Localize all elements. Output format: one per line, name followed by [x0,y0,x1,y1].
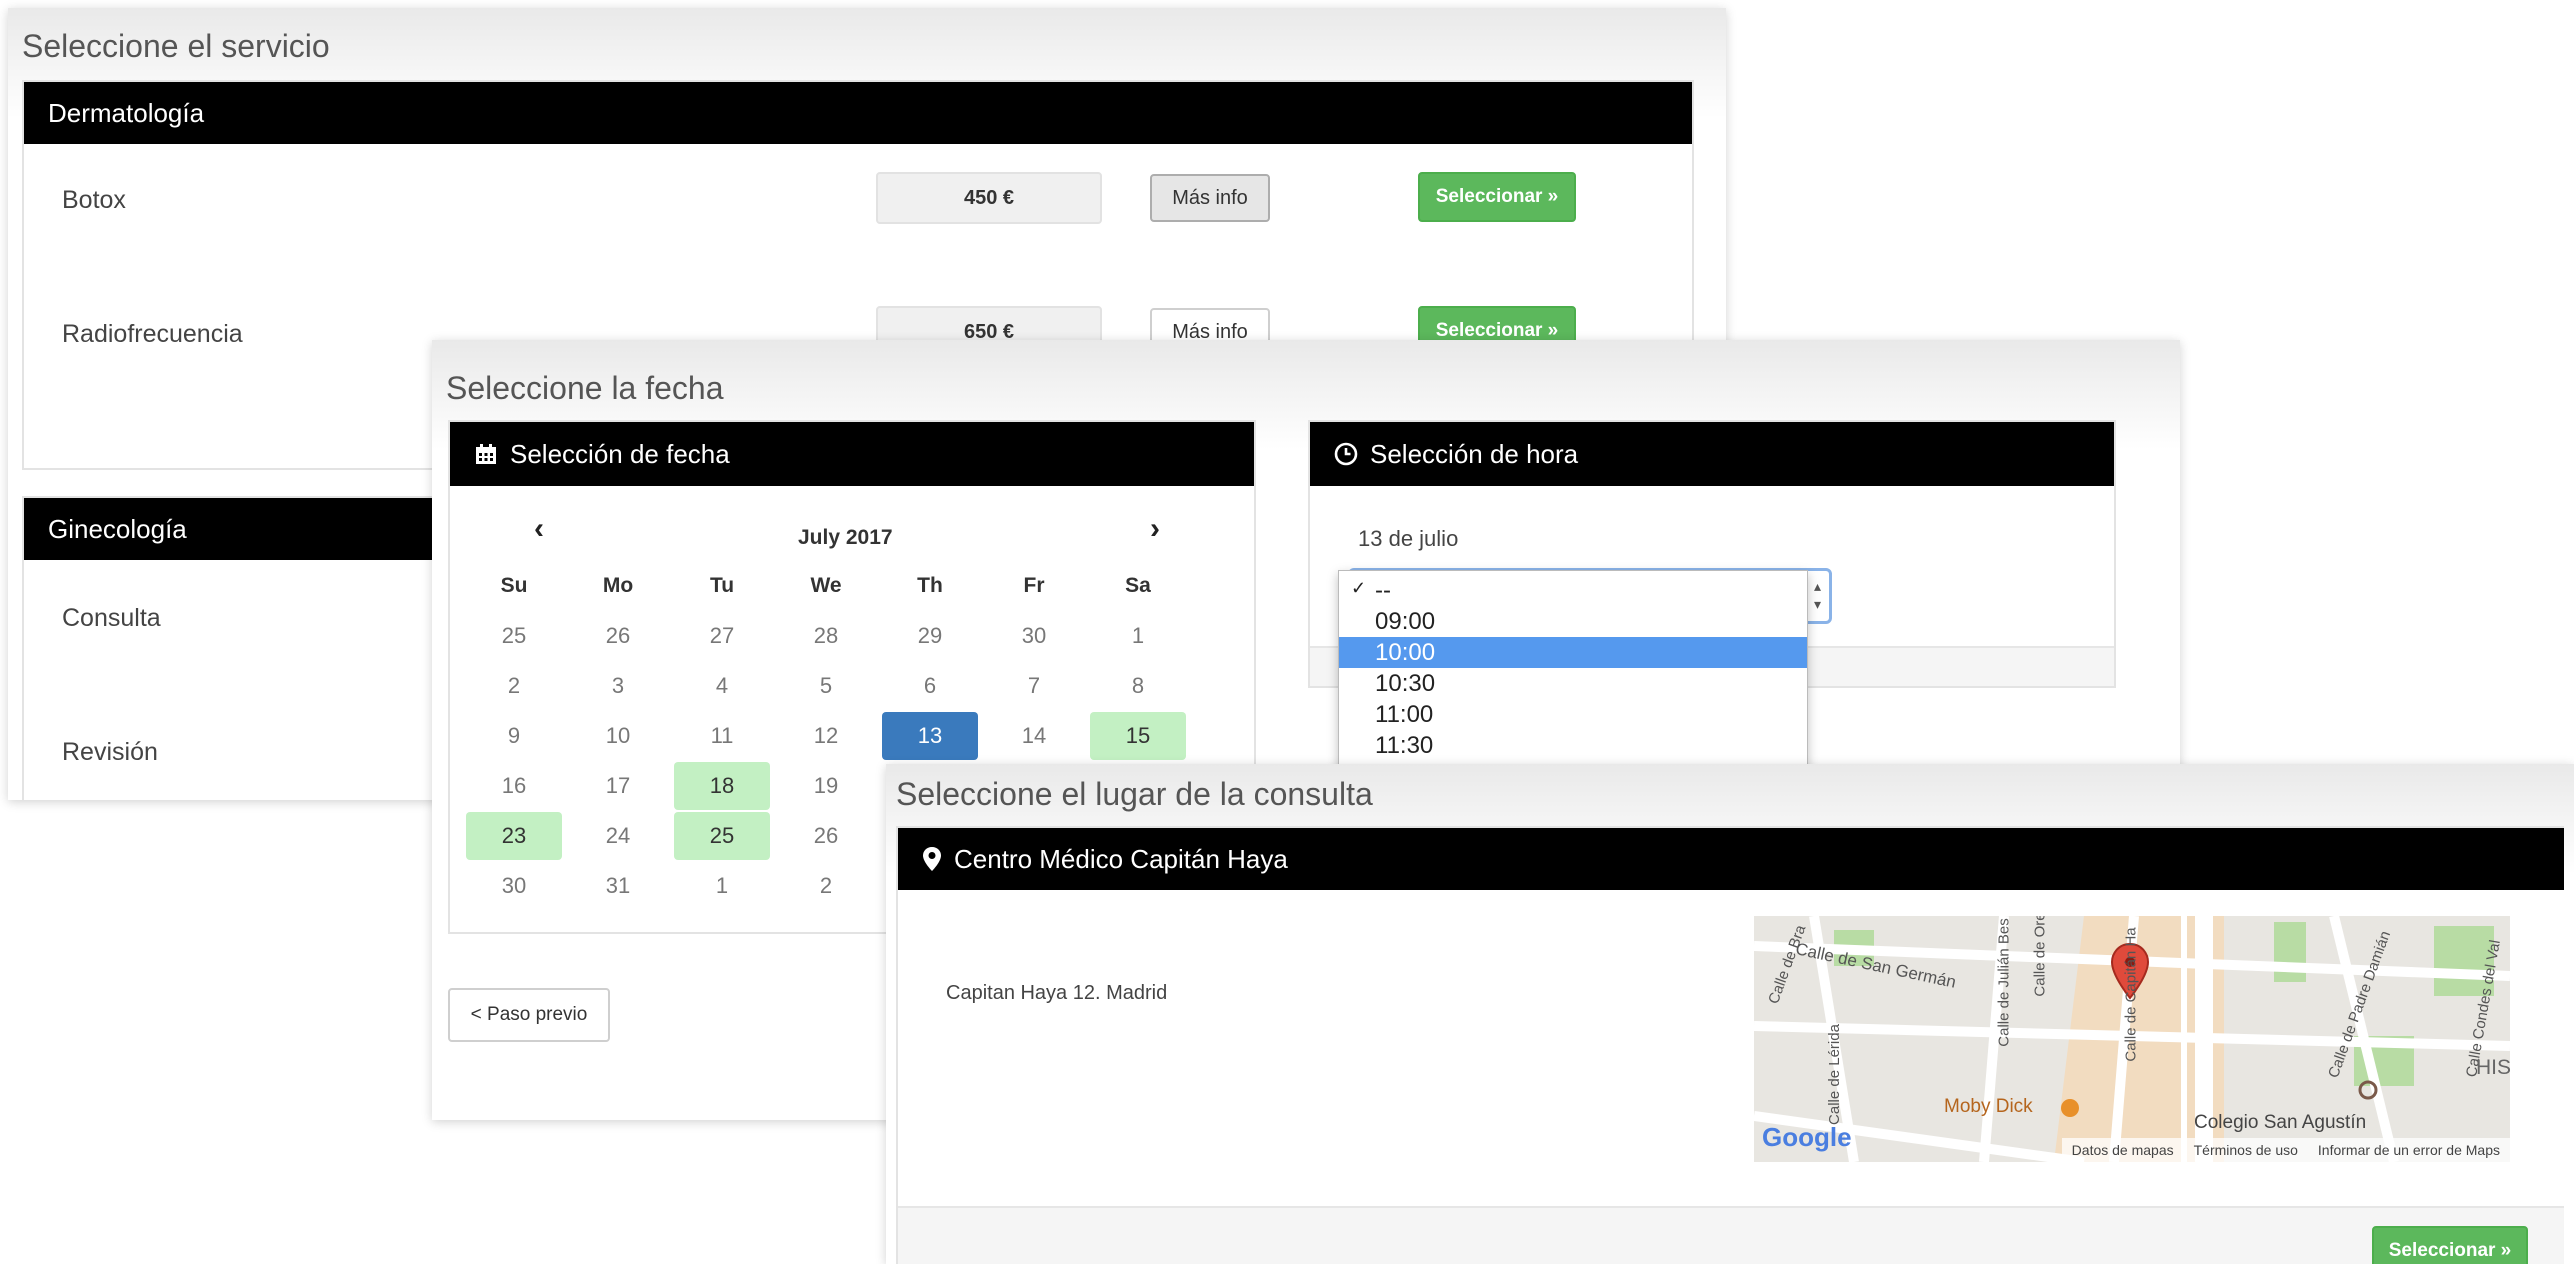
google-logo: Google [1762,1122,1852,1152]
calendar-day[interactable]: 29 [882,612,978,660]
calendar-day[interactable]: 26 [778,812,874,860]
calendar-day[interactable]: 19 [778,762,874,810]
calendar-day[interactable]: 2 [466,662,562,710]
clock-icon [1334,442,1358,466]
selected-date-label: 13 de julio [1358,526,1459,551]
map-data-link[interactable]: Datos de mapas [2072,1142,2174,1158]
calendar-day[interactable]: 8 [1090,662,1186,710]
map-terms-link[interactable]: Términos de uso [2194,1142,2298,1158]
calendar-day[interactable]: 7 [986,662,1082,710]
weekday-label: Fr [1023,574,1045,597]
place-box: Centro Médico Capitán Haya Capitan Haya … [896,826,2564,1264]
weekday-label: Sa [1125,574,1151,597]
map-footer: Datos de mapas Términos de uso Informar … [2061,1138,2510,1162]
service-name-radiofrecuencia: Radiofrecuencia [62,320,243,348]
time-option[interactable]: -- [1339,575,1807,606]
calendar-day[interactable]: 10 [570,712,666,760]
map-place-colegio: Colegio San Agustín [2194,1112,2367,1133]
calendar-day[interactable]: 30 [466,862,562,910]
weekday-label: Su [500,574,528,597]
select-button-botox[interactable]: Seleccionar » [1418,172,1576,222]
calendar-day[interactable]: 1 [674,862,770,910]
center-name: Centro Médico Capitán Haya [954,843,1288,874]
map-street-label: Calle de Capitán Ha [2122,927,2140,1062]
select-arrows-icon: ▴ ▾ [1813,578,1821,612]
map[interactable]: Calle de San Germán Calle de Bra Calle d… [1754,916,2510,1162]
map-street-label: Calle de Julián Bes [1995,918,2013,1047]
calendar-day[interactable]: 28 [778,612,874,660]
price-botox: 450 € [876,172,1102,224]
calendar-day[interactable]: 25 [466,612,562,660]
calendar-day[interactable]: 6 [882,662,978,710]
calendar-day[interactable]: 26 [570,612,666,660]
prev-step-button[interactable]: < Paso previo [448,988,610,1042]
category-name: Dermatología [48,97,205,128]
map-street-label: Calle de Ore [2031,916,2049,997]
calendar-day[interactable]: 11 [674,712,770,760]
place-footer: Seleccionar » [898,1206,2564,1264]
dermatologia-header: Dermatología [24,82,1692,144]
time-option[interactable]: 10:30 [1339,668,1807,699]
map-place-moby-dick: Moby Dick [1944,1096,2033,1117]
weekday-label: Th [917,574,943,597]
center-address: Capitan Haya 12. Madrid [946,982,1168,1004]
time-options-list: -- 09:00 10:00 10:30 11:00 11:30 [1339,575,1807,791]
calendar-day[interactable]: 31 [570,862,666,910]
calendar-day[interactable]: 16 [466,762,562,810]
time-header: Selección de hora [1310,422,2114,486]
service-name-consulta: Consulta [62,604,161,632]
weekday-label: Tu [709,574,735,597]
place-panel: Seleccione el lugar de la consulta Centr… [886,764,2574,1264]
place-panel-title: Seleccione el lugar de la consulta [896,776,1373,812]
time-dropdown: ✓ -- 09:00 10:00 10:30 11:00 11:30 [1338,570,1808,792]
weekday-label: We [810,574,842,597]
calendar-day[interactable]: 17 [570,762,666,810]
time-option[interactable]: 10:00 [1339,637,1807,668]
time-option[interactable]: 09:00 [1339,606,1807,637]
calendar-day[interactable]: 25 [674,812,770,860]
calendar-day[interactable]: 4 [674,662,770,710]
calendar-day[interactable]: 13 [882,712,978,760]
calendar-day[interactable]: 12 [778,712,874,760]
map-report-link[interactable]: Informar de un error de Maps [2318,1142,2500,1158]
calendar-day[interactable]: 9 [466,712,562,760]
calendar-day[interactable]: 18 [674,762,770,810]
calendar-day[interactable]: 1 [1090,612,1186,660]
time-option[interactable]: 11:30 [1339,730,1807,761]
calendar-day[interactable]: 5 [778,662,874,710]
calendar-day[interactable]: 24 [570,812,666,860]
calendar-day[interactable]: 27 [674,612,770,660]
calendar-day[interactable]: 23 [466,812,562,860]
category-name: Ginecología [48,513,187,544]
map-place-his: HIS [2476,1056,2510,1079]
service-name-revision: Revisión [62,738,158,766]
checkmark-icon: ✓ [1351,578,1367,598]
calendar-day[interactable]: 30 [986,612,1082,660]
weekday-label: Mo [602,574,634,597]
map-marker-icon [922,846,942,872]
time-header-label: Selección de hora [1370,438,1579,469]
more-info-button-botox[interactable]: Más info [1150,174,1270,222]
map-street-label: Calle de Lérida [1825,1024,1843,1125]
calendar-day[interactable]: 14 [986,712,1082,760]
service-panel-title: Seleccione el servicio [22,28,330,64]
service-name-botox: Botox [62,186,126,214]
select-place-button[interactable]: Seleccionar » [2372,1226,2528,1264]
calendar-day[interactable]: 3 [570,662,666,710]
calendar-day[interactable]: 15 [1090,712,1186,760]
date-panel-title: Seleccione la fecha [446,370,724,406]
place-header: Centro Médico Capitán Haya [898,828,2564,890]
calendar-day[interactable]: 2 [778,862,874,910]
time-option[interactable]: 11:00 [1339,699,1807,730]
